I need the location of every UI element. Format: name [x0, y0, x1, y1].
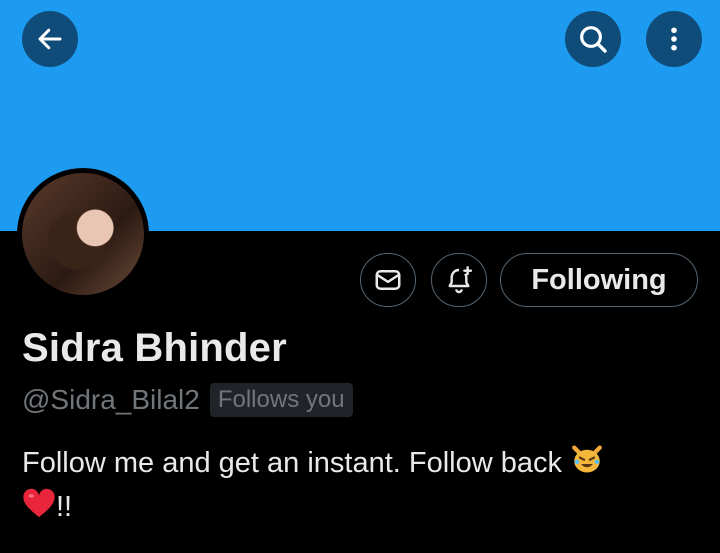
back-button[interactable]	[22, 11, 78, 67]
handle-row: @Sidra_Bilal2 Follows you	[22, 383, 353, 417]
bio-tail: !!	[56, 491, 73, 524]
red-heart-emoji-icon	[22, 487, 56, 530]
more-vertical-icon	[671, 27, 677, 51]
bio-text: Follow me and get an instant. Follow bac…	[22, 447, 562, 480]
profile-name: Sidra Bhinder	[22, 326, 287, 370]
notifications-button[interactable]	[431, 253, 487, 307]
following-button[interactable]: Following	[500, 253, 698, 307]
laughing-cat-emoji-icon	[570, 442, 604, 487]
profile-avatar[interactable]	[17, 168, 149, 300]
avatar-photo	[22, 173, 144, 295]
follows-you-badge: Follows you	[209, 383, 353, 417]
search-button[interactable]	[565, 11, 621, 67]
profile-handle: @Sidra_Bilal2	[22, 384, 200, 415]
envelope-icon	[375, 270, 401, 290]
profile-bio: Follow me and get an instant. Follow bac…	[22, 442, 702, 530]
more-options-button[interactable]	[646, 11, 702, 67]
bell-plus-icon	[448, 266, 473, 294]
arrow-left-icon	[38, 28, 62, 50]
search-icon	[580, 26, 607, 53]
message-button[interactable]	[360, 253, 416, 307]
